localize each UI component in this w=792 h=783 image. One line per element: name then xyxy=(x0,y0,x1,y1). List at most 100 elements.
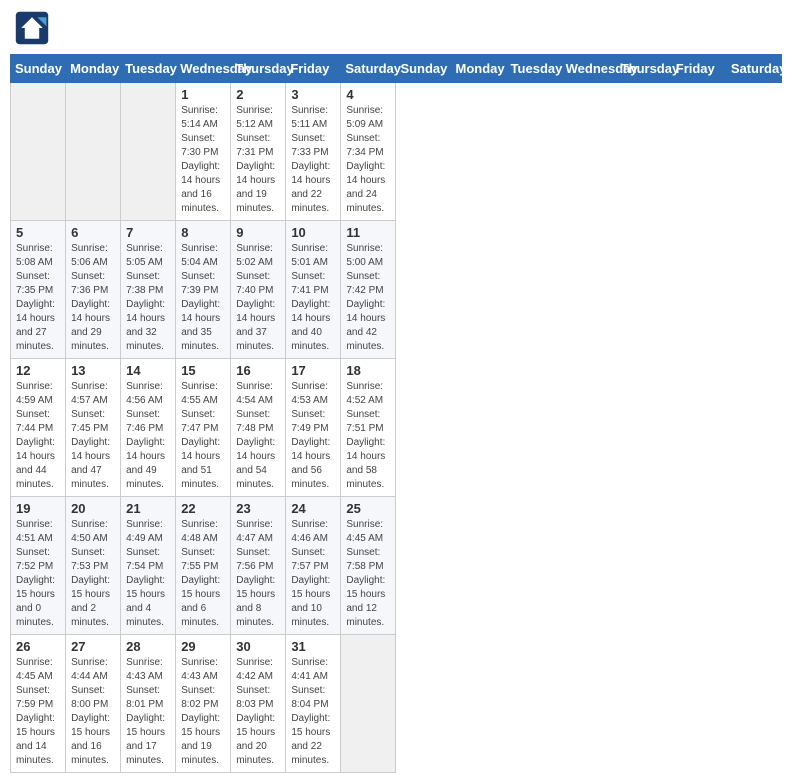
day-info: Sunrise: 5:05 AM Sunset: 7:38 PM Dayligh… xyxy=(126,242,170,354)
col-header-monday: Monday xyxy=(66,55,121,83)
day-number: 3 xyxy=(291,87,335,102)
day-number: 24 xyxy=(291,501,335,516)
col-header-tuesday: Tuesday xyxy=(121,55,176,83)
day-info: Sunrise: 4:46 AM Sunset: 7:57 PM Dayligh… xyxy=(291,518,335,630)
calendar-cell: 4 Sunrise: 5:09 AM Sunset: 7:34 PM Daylig… xyxy=(341,83,396,221)
day-info: Sunrise: 4:51 AM Sunset: 7:52 PM Dayligh… xyxy=(16,518,60,630)
calendar-cell: 27 Sunrise: 4:44 AM Sunset: 8:00 PM Dayli… xyxy=(66,635,121,773)
day-number: 17 xyxy=(291,363,335,378)
day-number: 16 xyxy=(236,363,280,378)
day-number: 1 xyxy=(181,87,225,102)
calendar-cell: 7 Sunrise: 5:05 AM Sunset: 7:38 PM Daylig… xyxy=(121,221,176,359)
calendar-cell: 20Sunrise: 4:50 AM Sunset: 7:53 PM Dayli… xyxy=(66,497,121,635)
day-number: 30 xyxy=(236,639,280,654)
calendar-week-4: 19 Sunrise: 4:51 AM Sunset: 7:52 PM Dayli… xyxy=(11,497,782,635)
day-info: Sunrise: 4:47 AM Sunset: 7:56 PM Dayligh… xyxy=(236,518,280,630)
day-number: 4 xyxy=(346,87,390,102)
day-info: Sunrise: 4:55 AM Sunset: 7:47 PM Dayligh… xyxy=(181,380,225,492)
day-number: 22 xyxy=(181,501,225,516)
calendar-cell: 13 Sunrise: 4:57 AM Sunset: 7:45 PM Dayli… xyxy=(66,359,121,497)
day-number: 11 xyxy=(346,225,390,240)
calendar-cell: 18 Sunrise: 4:52 AM Sunset: 7:51 PM Dayli… xyxy=(341,359,396,497)
day-number: 25 xyxy=(346,501,390,516)
day-number: 18 xyxy=(346,363,390,378)
calendar-cell: 3 Sunrise: 5:11 AM Sunset: 7:33 PM Daylig… xyxy=(286,83,341,221)
logo-icon xyxy=(14,10,50,46)
day-number: 14 xyxy=(126,363,170,378)
day-info: Sunrise: 5:14 AM Sunset: 7:30 PM Dayligh… xyxy=(181,104,225,216)
day-number: 28 xyxy=(126,639,170,654)
header-row: SundayMondayTuesdayWednesdayThursdayFrid… xyxy=(11,55,782,83)
day-info: Sunrise: 4:56 AM Sunset: 7:46 PM Dayligh… xyxy=(126,380,170,492)
day-info: Sunrise: 4:57 AM Sunset: 7:45 PM Dayligh… xyxy=(71,380,115,492)
day-info: Sunrise: 4:52 AM Sunset: 7:51 PM Dayligh… xyxy=(346,380,390,492)
day-info: Sunrise: 4:42 AM Sunset: 8:03 PM Dayligh… xyxy=(236,656,280,768)
day-number: 5 xyxy=(16,225,60,240)
day-info: Sunrise: 5:08 AM Sunset: 7:35 PM Dayligh… xyxy=(16,242,60,354)
day-info: Sunrise: 4:59 AM Sunset: 7:44 PM Dayligh… xyxy=(16,380,60,492)
col-header-saturday: Saturday xyxy=(726,55,781,83)
day-number: 7 xyxy=(126,225,170,240)
day-number: 9 xyxy=(236,225,280,240)
col-header-wednesday: Wednesday xyxy=(561,55,616,83)
calendar-cell: 14 Sunrise: 4:56 AM Sunset: 7:46 PM Dayli… xyxy=(121,359,176,497)
calendar-cell: 15Sunrise: 4:55 AM Sunset: 7:47 PM Dayli… xyxy=(176,359,231,497)
day-info: Sunrise: 4:41 AM Sunset: 8:04 PM Dayligh… xyxy=(291,656,335,768)
day-info: Sunrise: 4:53 AM Sunset: 7:49 PM Dayligh… xyxy=(291,380,335,492)
calendar-cell: 25Sunrise: 4:45 AM Sunset: 7:58 PM Dayli… xyxy=(341,497,396,635)
logo xyxy=(14,10,54,46)
calendar-cell: 1 Sunrise: 5:14 AM Sunset: 7:30 PM Daylig… xyxy=(176,83,231,221)
col-header-thursday: Thursday xyxy=(616,55,671,83)
day-number: 29 xyxy=(181,639,225,654)
day-number: 23 xyxy=(236,501,280,516)
calendar-table: SundayMondayTuesdayWednesdayThursdayFrid… xyxy=(10,54,782,773)
day-info: Sunrise: 4:43 AM Sunset: 8:02 PM Dayligh… xyxy=(181,656,225,768)
day-info: Sunrise: 5:12 AM Sunset: 7:31 PM Dayligh… xyxy=(236,104,280,216)
day-info: Sunrise: 4:43 AM Sunset: 8:01 PM Dayligh… xyxy=(126,656,170,768)
day-number: 20 xyxy=(71,501,115,516)
col-header-friday: Friday xyxy=(286,55,341,83)
calendar-cell: 6Sunrise: 5:06 AM Sunset: 7:36 PM Daylig… xyxy=(66,221,121,359)
calendar-cell xyxy=(66,83,121,221)
calendar-cell: 19 Sunrise: 4:51 AM Sunset: 7:52 PM Dayli… xyxy=(11,497,66,635)
day-info: Sunrise: 5:00 AM Sunset: 7:42 PM Dayligh… xyxy=(346,242,390,354)
calendar-week-1: 1 Sunrise: 5:14 AM Sunset: 7:30 PM Daylig… xyxy=(11,83,782,221)
day-number: 31 xyxy=(291,639,335,654)
day-number: 19 xyxy=(16,501,60,516)
col-header-thursday: Thursday xyxy=(231,55,286,83)
day-info: Sunrise: 4:44 AM Sunset: 8:00 PM Dayligh… xyxy=(71,656,115,768)
day-number: 27 xyxy=(71,639,115,654)
calendar-cell xyxy=(11,83,66,221)
col-header-friday: Friday xyxy=(671,55,726,83)
day-info: Sunrise: 5:09 AM Sunset: 7:34 PM Dayligh… xyxy=(346,104,390,216)
calendar-cell: 28 Sunrise: 4:43 AM Sunset: 8:01 PM Dayli… xyxy=(121,635,176,773)
col-header-sunday: Sunday xyxy=(396,55,451,83)
day-info: Sunrise: 5:11 AM Sunset: 7:33 PM Dayligh… xyxy=(291,104,335,216)
day-info: Sunrise: 5:04 AM Sunset: 7:39 PM Dayligh… xyxy=(181,242,225,354)
calendar-cell: 21 Sunrise: 4:49 AM Sunset: 7:54 PM Dayli… xyxy=(121,497,176,635)
calendar-cell xyxy=(341,635,396,773)
day-number: 12 xyxy=(16,363,60,378)
calendar-cell: 16 Sunrise: 4:54 AM Sunset: 7:48 PM Dayli… xyxy=(231,359,286,497)
calendar-cell: 26Sunrise: 4:45 AM Sunset: 7:59 PM Dayli… xyxy=(11,635,66,773)
day-info: Sunrise: 4:49 AM Sunset: 7:54 PM Dayligh… xyxy=(126,518,170,630)
col-header-monday: Monday xyxy=(451,55,506,83)
col-header-wednesday: Wednesday xyxy=(176,55,231,83)
calendar-cell: 2Sunrise: 5:12 AM Sunset: 7:31 PM Daylig… xyxy=(231,83,286,221)
calendar-cell: 11 Sunrise: 5:00 AM Sunset: 7:42 PM Dayli… xyxy=(341,221,396,359)
day-number: 6 xyxy=(71,225,115,240)
calendar-week-2: 5 Sunrise: 5:08 AM Sunset: 7:35 PM Daylig… xyxy=(11,221,782,359)
day-number: 21 xyxy=(126,501,170,516)
calendar-week-5: 26Sunrise: 4:45 AM Sunset: 7:59 PM Dayli… xyxy=(11,635,782,773)
day-info: Sunrise: 4:48 AM Sunset: 7:55 PM Dayligh… xyxy=(181,518,225,630)
calendar-cell: 24 Sunrise: 4:46 AM Sunset: 7:57 PM Dayli… xyxy=(286,497,341,635)
day-number: 13 xyxy=(71,363,115,378)
calendar-cell xyxy=(121,83,176,221)
calendar-cell: 9Sunrise: 5:02 AM Sunset: 7:40 PM Daylig… xyxy=(231,221,286,359)
col-header-tuesday: Tuesday xyxy=(506,55,561,83)
calendar-cell: 17 Sunrise: 4:53 AM Sunset: 7:49 PM Dayli… xyxy=(286,359,341,497)
day-number: 8 xyxy=(181,225,225,240)
day-number: 26 xyxy=(16,639,60,654)
calendar-cell: 23 Sunrise: 4:47 AM Sunset: 7:56 PM Dayli… xyxy=(231,497,286,635)
day-info: Sunrise: 4:54 AM Sunset: 7:48 PM Dayligh… xyxy=(236,380,280,492)
